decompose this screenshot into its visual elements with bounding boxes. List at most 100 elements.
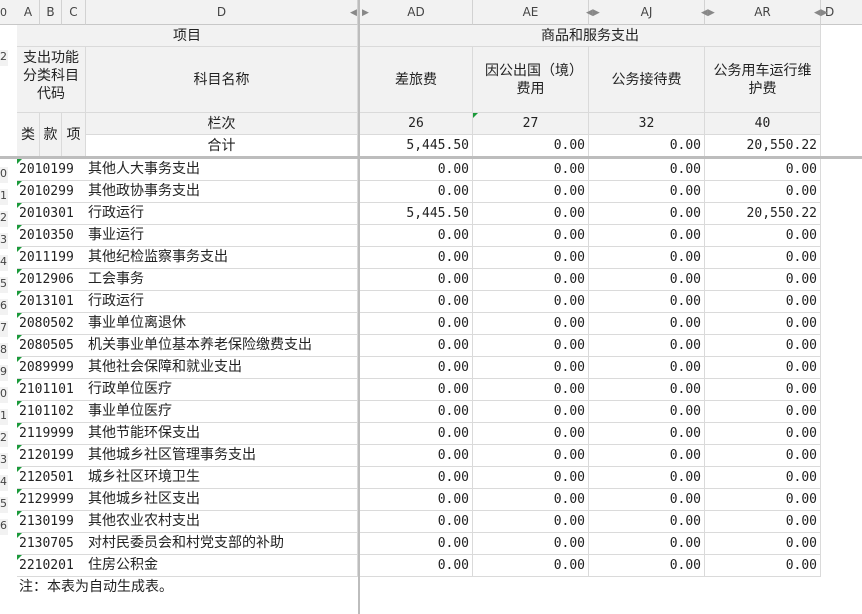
row-code-cell[interactable]: 2129999 — [17, 489, 86, 511]
row-value-cell[interactable]: 0.00 — [360, 445, 473, 467]
row-name-cell[interactable]: 其他农业农村支出 — [86, 511, 358, 533]
row-header[interactable]: 0 — [0, 387, 8, 403]
header-kuan[interactable]: 款 — [40, 113, 62, 157]
header-func-class[interactable]: 支出功能分类科目代码 — [17, 47, 86, 113]
header-subject-name[interactable]: 科目名称 — [86, 47, 358, 113]
col-header-b[interactable]: B — [40, 0, 62, 25]
row-value-cell[interactable]: 0.00 — [473, 423, 589, 445]
row-header[interactable]: 3 — [0, 453, 8, 469]
header-col-4[interactable]: 公务用车运行维护费 — [705, 47, 821, 113]
hidden-cols-left-arrow[interactable]: ◀ — [350, 8, 357, 18]
row-header[interactable]: 2 — [0, 211, 8, 227]
row-name-cell[interactable]: 其他政协事务支出 — [86, 181, 358, 203]
row-value-cell[interactable]: 0.00 — [589, 291, 705, 313]
row-header[interactable]: 2 — [0, 431, 8, 447]
row-value-cell[interactable]: 0.00 — [705, 291, 821, 313]
row-value-cell[interactable]: 0.00 — [589, 423, 705, 445]
row-value-cell[interactable]: 0.00 — [360, 225, 473, 247]
row-value-cell[interactable]: 0.00 — [705, 445, 821, 467]
total-col-4[interactable]: 20,550.22 — [705, 135, 821, 157]
row-value-cell[interactable]: 0.00 — [589, 511, 705, 533]
row-value-cell[interactable]: 0.00 — [589, 335, 705, 357]
header-lanci[interactable]: 栏次 — [86, 113, 358, 135]
row-value-cell[interactable]: 0.00 — [705, 533, 821, 555]
row-code-cell[interactable]: 2101101 — [17, 379, 86, 401]
row-value-cell[interactable]: 0.00 — [589, 489, 705, 511]
row-name-cell[interactable]: 城乡社区环境卫生 — [86, 467, 358, 489]
row-value-cell[interactable]: 0.00 — [473, 489, 589, 511]
row-name-cell[interactable]: 事业单位医疗 — [86, 401, 358, 423]
row-value-cell[interactable]: 0.00 — [705, 181, 821, 203]
row-value-cell[interactable]: 0.00 — [589, 357, 705, 379]
row-name-cell[interactable]: 行政运行 — [86, 291, 358, 313]
footnote[interactable]: 注：本表为自动生成表。 — [17, 577, 358, 599]
row-name-cell[interactable]: 工会事务 — [86, 269, 358, 291]
row-code-cell[interactable]: 2120199 — [17, 445, 86, 467]
row-code-cell[interactable]: 2013101 — [17, 291, 86, 313]
row-name-cell[interactable]: 行政单位医疗 — [86, 379, 358, 401]
row-value-cell[interactable]: 0.00 — [589, 555, 705, 577]
row-value-cell[interactable]: 0.00 — [473, 379, 589, 401]
hidden-cols-arrow-aj[interactable]: ◀▶ — [701, 8, 715, 18]
row-value-cell[interactable]: 0.00 — [473, 247, 589, 269]
col-header-d[interactable]: D — [86, 0, 358, 25]
row-code-cell[interactable]: 2210201 — [17, 555, 86, 577]
row-value-cell[interactable]: 0.00 — [473, 401, 589, 423]
row-value-cell[interactable]: 0.00 — [360, 379, 473, 401]
row-code-cell[interactable]: 2120501 — [17, 467, 86, 489]
row-value-cell[interactable]: 0.00 — [705, 401, 821, 423]
row-header[interactable]: 6 — [0, 519, 8, 535]
row-header[interactable]: 9 — [0, 365, 8, 381]
row-value-cell[interactable]: 0.00 — [705, 225, 821, 247]
row-name-cell[interactable]: 对村民委员会和村党支部的补助 — [86, 533, 358, 555]
row-value-cell[interactable]: 0.00 — [589, 159, 705, 181]
row-value-cell[interactable]: 0.00 — [705, 467, 821, 489]
row-header[interactable]: 3 — [0, 233, 8, 249]
row-code-cell[interactable]: 2010299 — [17, 181, 86, 203]
row-header[interactable]: 1 — [0, 189, 8, 205]
row-header[interactable]: 5 — [0, 277, 8, 293]
row-value-cell[interactable]: 0.00 — [473, 181, 589, 203]
row-name-cell[interactable]: 其他人大事务支出 — [86, 159, 358, 181]
header-group[interactable]: 商品和服务支出 — [360, 25, 821, 47]
row-code-cell[interactable]: 2080502 — [17, 313, 86, 335]
row-value-cell[interactable]: 0.00 — [360, 247, 473, 269]
col-header-ar[interactable]: AR — [705, 0, 821, 25]
row-value-cell[interactable]: 0.00 — [360, 335, 473, 357]
col-header-a[interactable]: A — [17, 0, 40, 25]
row-value-cell[interactable]: 0.00 — [473, 357, 589, 379]
row-name-cell[interactable]: 其他纪检监察事务支出 — [86, 247, 358, 269]
row-value-cell[interactable]: 0.00 — [589, 533, 705, 555]
hidden-cols-right-arrow[interactable]: ▶ — [362, 8, 369, 18]
row-value-cell[interactable]: 0.00 — [473, 533, 589, 555]
row-value-cell[interactable]: 0.00 — [360, 511, 473, 533]
row-name-cell[interactable]: 机关事业单位基本养老保险缴费支出 — [86, 335, 358, 357]
row-value-cell[interactable]: 0.00 — [473, 159, 589, 181]
header-colnum-1[interactable]: 26 — [360, 113, 473, 135]
col-header-aj[interactable]: AJ — [589, 0, 705, 25]
header-project[interactable]: 项目 — [17, 25, 358, 47]
row-value-cell[interactable]: 0.00 — [360, 291, 473, 313]
row-header[interactable]: 6 — [0, 299, 8, 315]
row-value-cell[interactable]: 0.00 — [589, 313, 705, 335]
row-value-cell[interactable]: 0.00 — [473, 467, 589, 489]
row-value-cell[interactable]: 0.00 — [705, 423, 821, 445]
row-name-cell[interactable]: 其他社会保障和就业支出 — [86, 357, 358, 379]
total-col-3[interactable]: 0.00 — [589, 135, 705, 157]
row-header[interactable]: 4 — [0, 475, 8, 491]
row-value-cell[interactable]: 0.00 — [705, 159, 821, 181]
col-header-c[interactable]: C — [62, 0, 86, 25]
row-header[interactable]: 8 — [0, 343, 8, 359]
row-value-cell[interactable]: 0.00 — [473, 511, 589, 533]
row-value-cell[interactable]: 0.00 — [473, 555, 589, 577]
row-value-cell[interactable]: 0.00 — [589, 225, 705, 247]
row-code-cell[interactable]: 2080505 — [17, 335, 86, 357]
row-value-cell[interactable]: 0.00 — [360, 467, 473, 489]
row-header[interactable]: 0 — [0, 6, 8, 22]
row-value-cell[interactable]: 20,550.22 — [705, 203, 821, 225]
header-heji[interactable]: 合计 — [86, 135, 358, 157]
row-header[interactable]: 7 — [0, 321, 8, 337]
row-value-cell[interactable]: 5,445.50 — [360, 203, 473, 225]
row-code-cell[interactable]: 2011199 — [17, 247, 86, 269]
hidden-cols-arrow-ae[interactable]: ◀▶ — [586, 8, 600, 18]
